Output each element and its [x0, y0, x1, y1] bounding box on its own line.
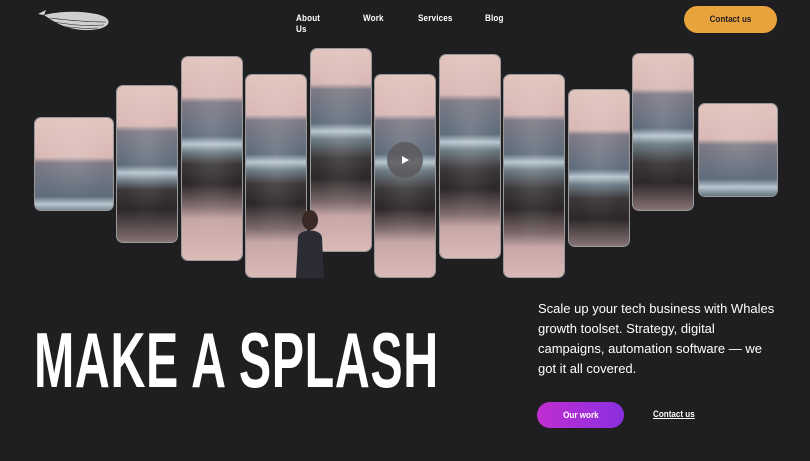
our-work-label: Our work	[562, 409, 599, 421]
video-strip	[698, 103, 778, 197]
our-work-button[interactable]: Our work	[537, 402, 624, 428]
video-strip	[181, 56, 243, 261]
video-strip	[34, 117, 114, 211]
nav-blog[interactable]: Blog	[485, 13, 504, 24]
contact-us-link[interactable]: Contact us	[653, 409, 695, 420]
contact-us-button[interactable]: Contact us	[684, 6, 777, 33]
whale-logo-icon[interactable]	[36, 6, 112, 34]
play-icon	[402, 156, 409, 164]
video-strip	[568, 89, 630, 247]
video-strip	[503, 74, 565, 278]
hero-description: Scale up your tech business with Whales …	[538, 301, 775, 376]
contact-us-label: Contact us	[709, 14, 752, 25]
nav-work[interactable]: Work	[363, 13, 384, 24]
nav-about-us[interactable]: About Us	[296, 13, 320, 35]
nav-services[interactable]: Services	[418, 13, 453, 24]
hero-headline: MAKE A SPLASH	[34, 316, 439, 404]
video-strip	[439, 54, 501, 259]
play-video-button[interactable]	[387, 142, 423, 178]
video-strip	[116, 85, 178, 243]
video-strip	[632, 53, 694, 211]
person-silhouette	[296, 210, 324, 278]
